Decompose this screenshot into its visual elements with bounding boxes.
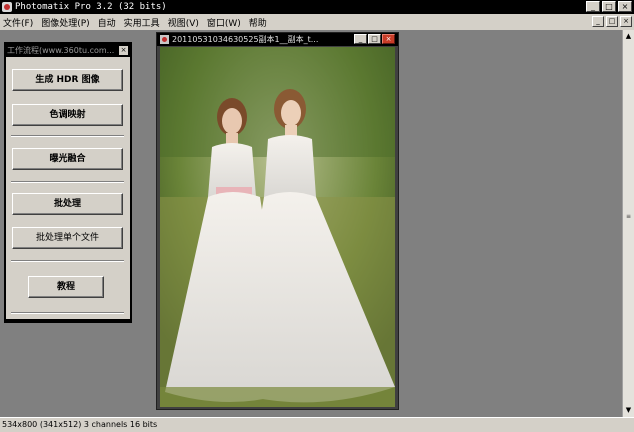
image-window-controls: _ □ × (354, 34, 395, 44)
exposure-fusion-button[interactable]: 曝光融合 (12, 148, 123, 170)
batch-processing-button[interactable]: 批处理 (12, 193, 123, 215)
vertical-scrollbar[interactable]: ▲ ≡ ▼ (622, 30, 634, 417)
menu-file[interactable]: 文件(F) (0, 16, 38, 29)
menu-window[interactable]: 窗口(W) (204, 16, 246, 29)
panel-close-icon[interactable]: × (119, 46, 128, 55)
photo-canvas[interactable] (160, 47, 395, 407)
workflow-panel-title: 工作流程(www.360tu.com... (7, 46, 115, 55)
divider (11, 312, 124, 314)
menu-utilities[interactable]: 实用工具 (121, 16, 165, 29)
divider (11, 135, 124, 137)
doc-restore-button[interactable]: □ (606, 16, 618, 27)
image-close-button[interactable]: × (382, 34, 395, 44)
generate-hdr-button[interactable]: 生成 HDR 图像 (12, 69, 123, 91)
image-window[interactable]: 20110531034630525副本1__副本_t... _ □ × (156, 32, 399, 410)
divider (11, 260, 124, 262)
image-minimize-button[interactable]: _ (354, 34, 367, 44)
workflow-panel-body: 生成 HDR 图像 色调映射 曝光融合 批处理 批处理单个文件 教程 (6, 57, 130, 319)
divider (11, 181, 124, 183)
menu-view[interactable]: 视图(V) (165, 16, 204, 29)
batch-single-file-button[interactable]: 批处理单个文件 (12, 227, 123, 249)
minimize-button[interactable]: _ (586, 1, 600, 12)
image-maximize-button[interactable]: □ (368, 34, 381, 44)
doc-minimize-button[interactable]: _ (592, 16, 604, 27)
image-window-title: 20110531034630525副本1__副本_t... (172, 35, 319, 44)
maximize-button[interactable]: □ (602, 1, 616, 12)
tone-mapping-button[interactable]: 色调映射 (12, 104, 123, 126)
scroll-up-icon[interactable]: ▲ (623, 31, 634, 42)
close-button[interactable]: × (618, 1, 632, 12)
scroll-down-icon[interactable]: ▼ (623, 405, 634, 416)
document-icon (160, 35, 169, 44)
menu-bar: 文件(F) 图像处理(P) 自动 实用工具 视图(V) 窗口(W) 帮助 _ □… (0, 14, 634, 30)
photo-image (160, 47, 395, 407)
scroll-thumb[interactable]: ≡ (625, 213, 632, 221)
menu-image-processing[interactable]: 图像处理(P) (38, 16, 94, 29)
title-bar: Photomatix Pro 3.2 (32 bits) _ □ × (0, 0, 634, 14)
workflow-panel: 工作流程(www.360tu.com... × 生成 HDR 图像 色调映射 曝… (4, 42, 132, 323)
doc-close-button[interactable]: × (620, 16, 632, 27)
status-bar: 534x800 (341x512) 3 channels 16 bits (0, 417, 634, 432)
tutorial-button[interactable]: 教程 (28, 276, 104, 298)
menu-automate[interactable]: 自动 (95, 16, 121, 29)
window-title: Photomatix Pro 3.2 (32 bits) (15, 2, 167, 12)
window-controls: _ □ × (586, 1, 632, 12)
image-info-text: 534x800 (341x512) 3 channels 16 bits (2, 420, 158, 429)
image-window-titlebar[interactable]: 20110531034630525副本1__副本_t... _ □ × (157, 33, 398, 46)
photomatix-app-icon[interactable] (2, 2, 12, 12)
workflow-panel-header: 工作流程(www.360tu.com... × (6, 44, 130, 57)
menu-help[interactable]: 帮助 (246, 16, 272, 29)
document-controls: _ □ × (592, 16, 632, 27)
